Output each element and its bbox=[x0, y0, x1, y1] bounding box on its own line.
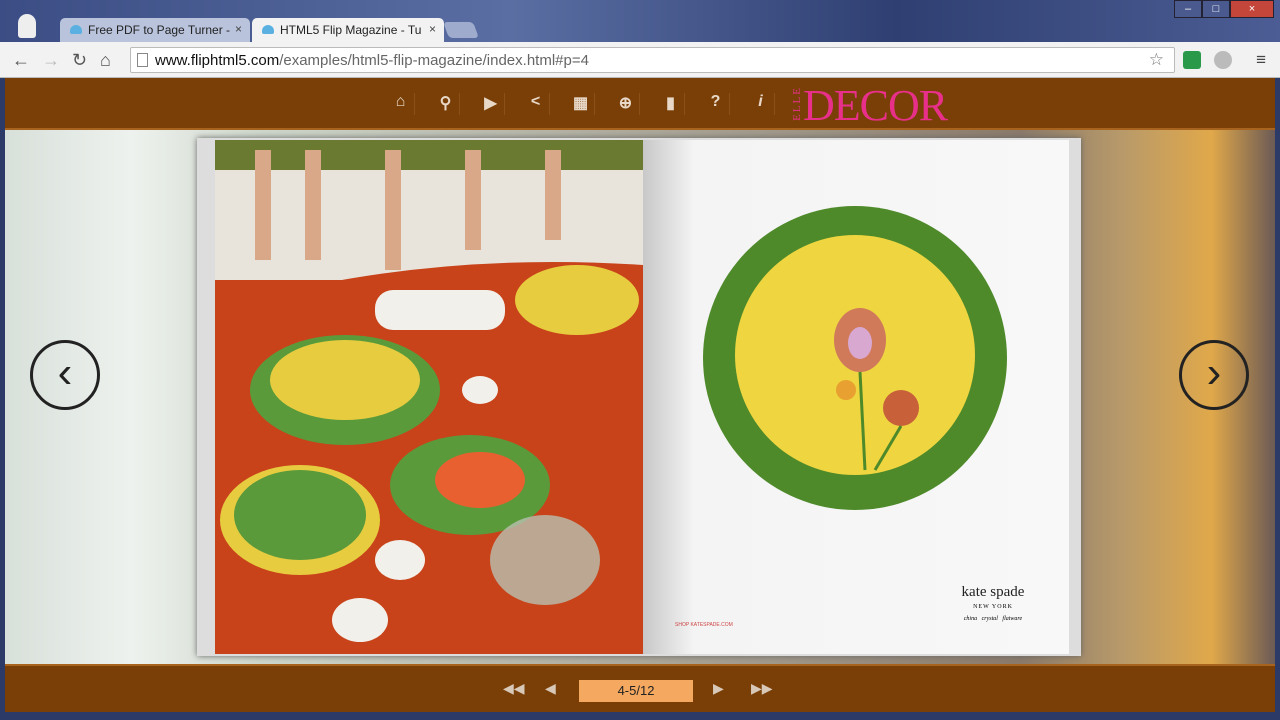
tab-close-button[interactable]: × bbox=[235, 22, 242, 36]
close-window-button[interactable]: × bbox=[1230, 0, 1274, 18]
page-navigation-bar: ◀◀ ◀ 4-5/12 ▶ ▶▶ bbox=[5, 664, 1275, 712]
last-page-button[interactable]: ▶▶ bbox=[751, 680, 773, 697]
previous-page-arrow[interactable]: ‹ bbox=[30, 340, 100, 410]
info-icon[interactable]: i bbox=[747, 93, 775, 115]
ad-brand: kate spade bbox=[961, 584, 1025, 600]
reload-button[interactable]: ↻ bbox=[72, 50, 87, 71]
search-icon[interactable]: ⚲ bbox=[432, 93, 460, 115]
chrome-menu-icon[interactable]: ≡ bbox=[1256, 50, 1266, 70]
tab-close-button[interactable]: × bbox=[429, 22, 436, 36]
new-tab-button[interactable] bbox=[443, 22, 479, 38]
url-domain: www.fliphtml5.com bbox=[155, 52, 280, 69]
window-controls: – □ × bbox=[1174, 0, 1274, 18]
zoom-in-icon[interactable]: ⊕ bbox=[612, 93, 640, 115]
logo-elle: ELLE bbox=[791, 86, 803, 121]
minimize-button[interactable]: – bbox=[1174, 0, 1202, 18]
left-page-photo[interactable] bbox=[215, 140, 643, 654]
page-number-field[interactable]: 4-5/12 bbox=[579, 680, 693, 702]
viewer-toolbar: ⌂ ⚲ ▶ < ▦ ⊕ ▮ ? i ELLEDECOR bbox=[5, 78, 1275, 130]
next-page-button[interactable]: ▶ bbox=[713, 680, 724, 697]
tab-free-pdf[interactable]: Free PDF to Page Turner - × bbox=[60, 18, 250, 42]
next-page-arrow[interactable]: › bbox=[1179, 340, 1249, 410]
autoplay-icon[interactable]: ▶ bbox=[477, 93, 505, 115]
ad-products: china crystal flatware bbox=[963, 616, 1023, 622]
tab-title: Free PDF to Page Turner - bbox=[88, 23, 231, 37]
favicon-icon bbox=[70, 25, 82, 34]
tab-flip-magazine[interactable]: HTML5 Flip Magazine - Tu × bbox=[252, 18, 444, 42]
ad-brand-block: kate spade NEW YORK china crystal flatwa… bbox=[943, 584, 1043, 622]
logo-decor: DECOR bbox=[803, 81, 948, 130]
profile-icon[interactable] bbox=[18, 14, 36, 38]
table-setting-illustration bbox=[215, 140, 643, 654]
bookmark-star-icon[interactable]: ☆ bbox=[1149, 50, 1164, 70]
maximize-button[interactable]: □ bbox=[1202, 0, 1230, 18]
share-icon[interactable]: < bbox=[522, 93, 550, 115]
favicon-icon bbox=[262, 25, 274, 34]
tab-title: HTML5 Flip Magazine - Tu bbox=[280, 23, 422, 37]
page-icon bbox=[137, 53, 148, 67]
extension-globe-icon[interactable] bbox=[1214, 51, 1232, 69]
bookmark-icon[interactable]: ▮ bbox=[657, 93, 685, 115]
extension-icon[interactable] bbox=[1183, 51, 1201, 69]
flipbook-viewer: ⌂ ⚲ ▶ < ▦ ⊕ ▮ ? i ELLEDECOR ‹ › kate spa… bbox=[5, 78, 1275, 712]
thumbnails-icon[interactable]: ▦ bbox=[567, 93, 595, 115]
right-page-ad[interactable]: kate spade NEW YORK china crystal flatwa… bbox=[643, 140, 1069, 654]
ad-city: NEW YORK bbox=[973, 604, 1013, 610]
home-button[interactable]: ⌂ bbox=[100, 50, 111, 71]
elle-decor-logo: ELLEDECOR bbox=[791, 80, 948, 130]
browser-titlebar: Free PDF to Page Turner - × HTML5 Flip Ma… bbox=[0, 0, 1280, 42]
address-bar[interactable]: www.fliphtml5.com/examples/html5-flip-ma… bbox=[130, 47, 1175, 73]
back-button[interactable]: ← bbox=[12, 50, 30, 71]
forward-button[interactable]: → bbox=[42, 50, 60, 71]
ad-url[interactable]: SHOP KATESPADE.COM bbox=[675, 622, 733, 628]
first-page-button[interactable]: ◀◀ bbox=[503, 680, 525, 697]
browser-toolbar: ← → ↻ ⌂ www.fliphtml5.com/examples/html5… bbox=[0, 42, 1280, 78]
plate-illustration bbox=[703, 206, 1007, 510]
prev-page-button[interactable]: ◀ bbox=[545, 680, 556, 697]
url-path: /examples/html5-flip-magazine/index.html… bbox=[279, 52, 589, 69]
home-icon[interactable]: ⌂ bbox=[387, 93, 415, 115]
help-icon[interactable]: ? bbox=[702, 93, 730, 115]
magazine-spread: kate spade NEW YORK china crystal flatwa… bbox=[197, 138, 1081, 656]
